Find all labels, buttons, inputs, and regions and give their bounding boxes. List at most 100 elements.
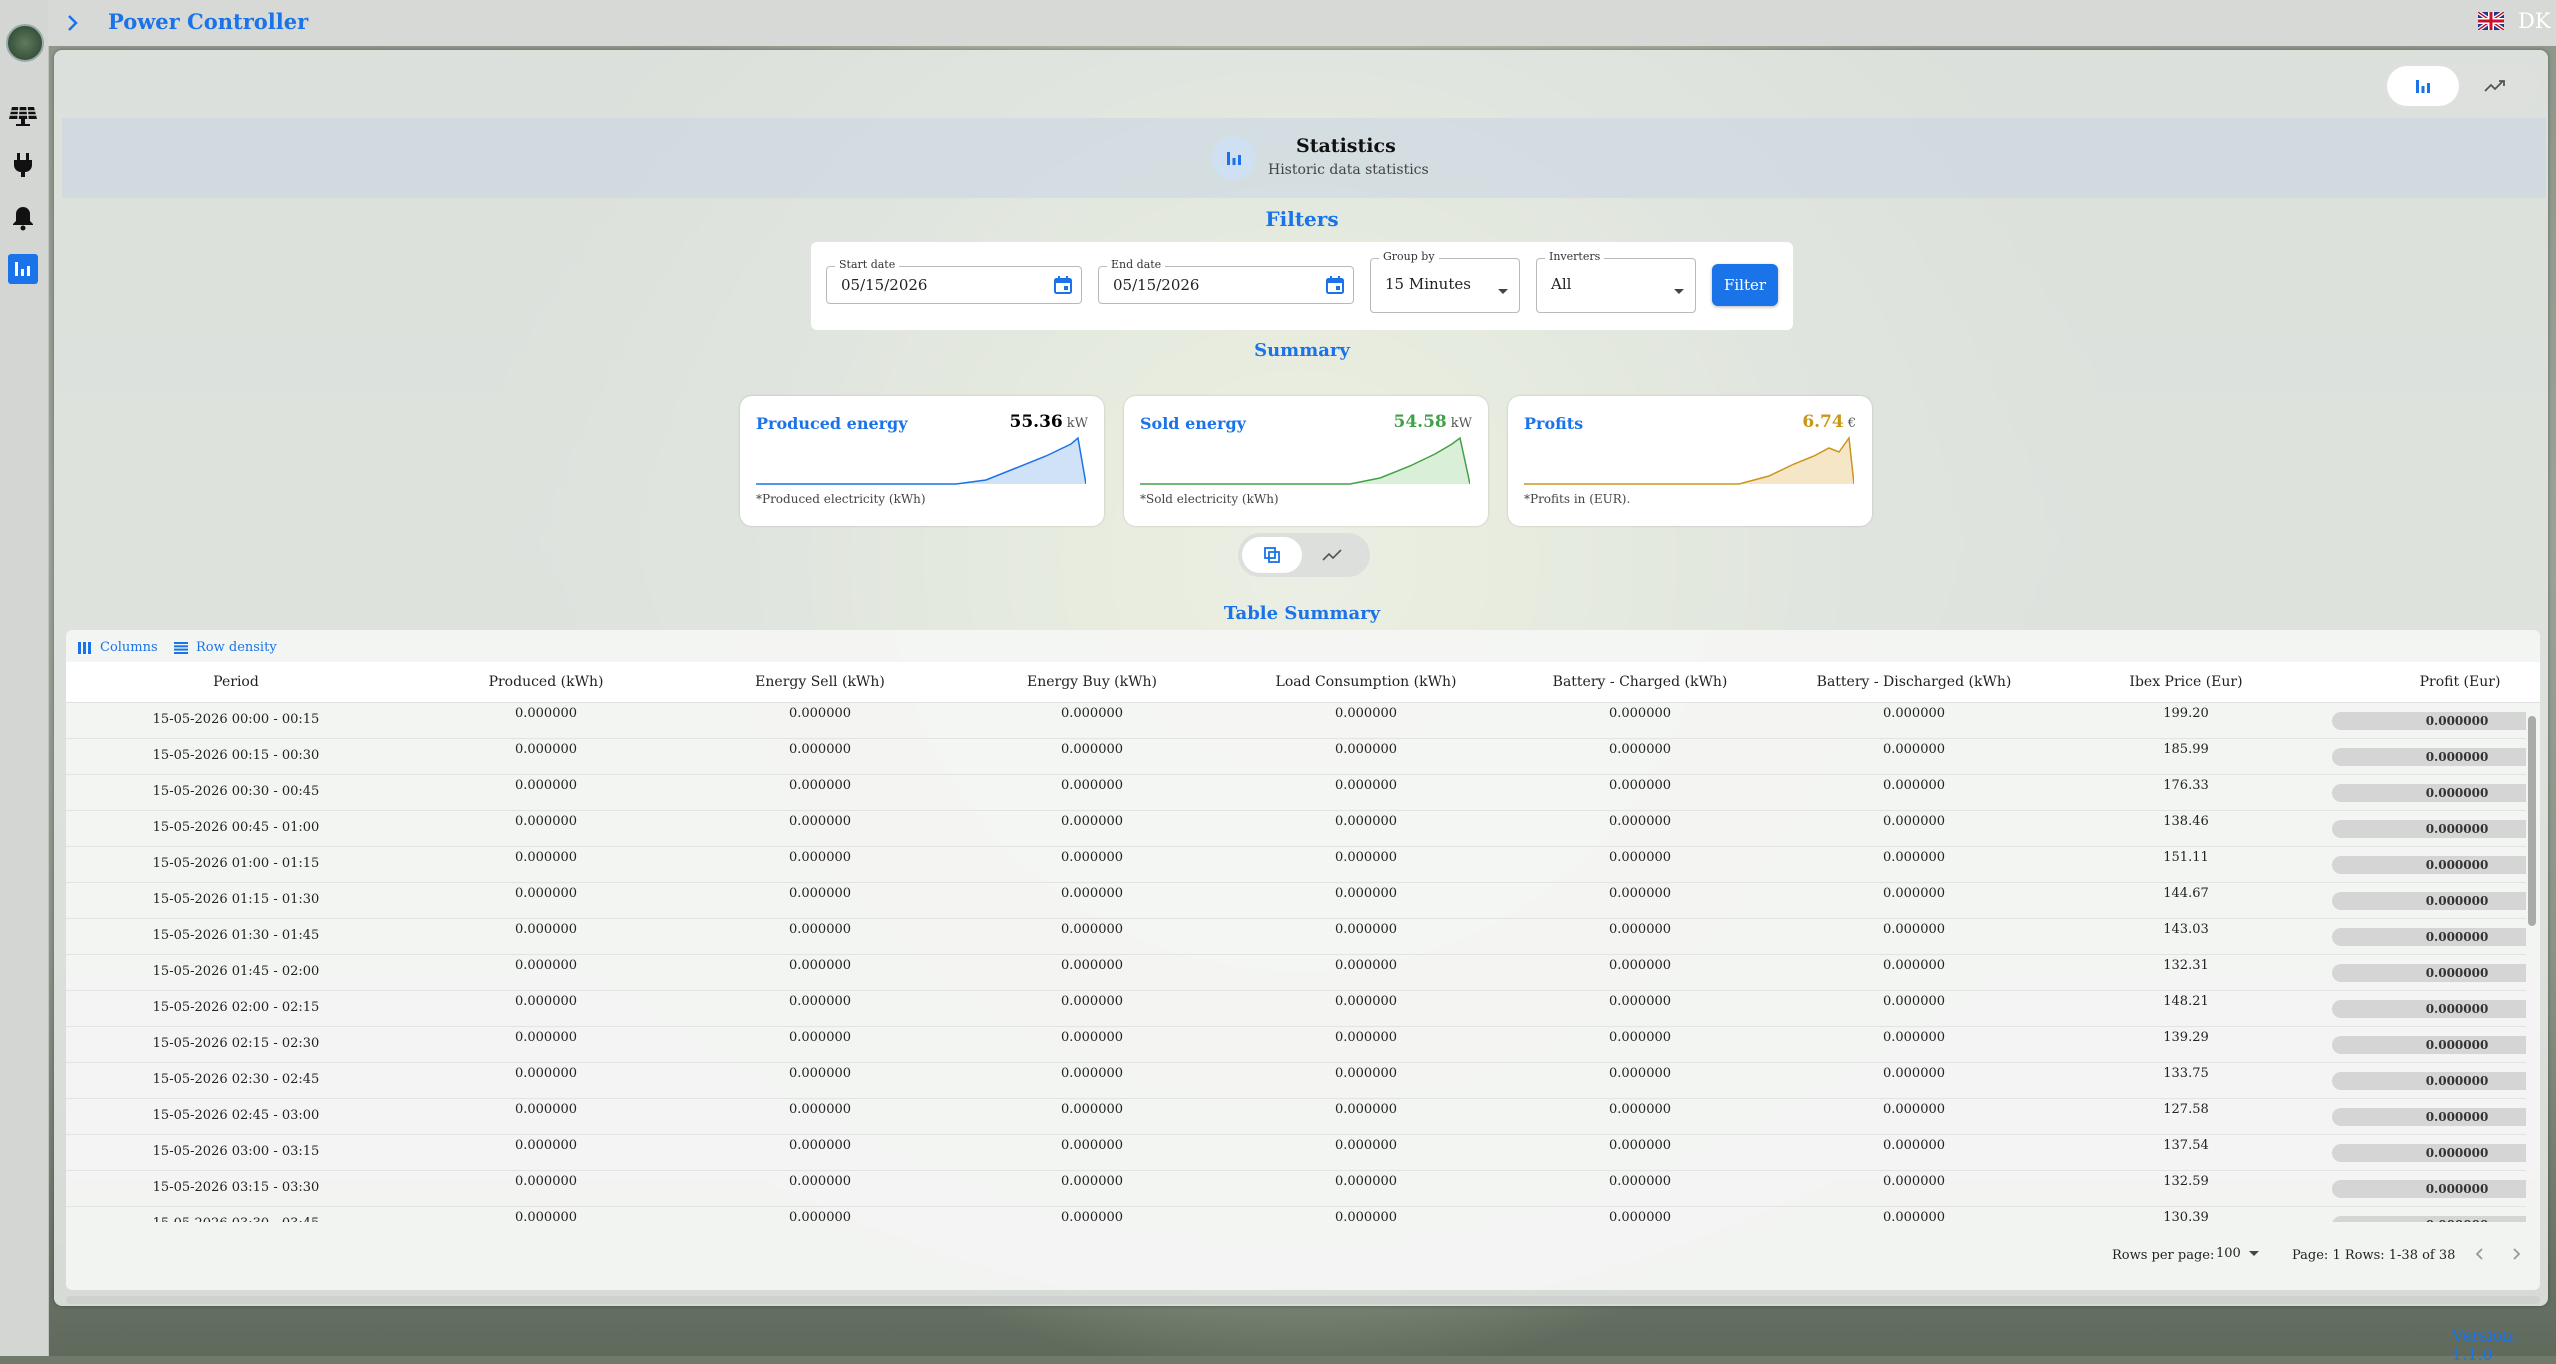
filter-button[interactable]: Filter [1712,264,1778,306]
table-cell-sell: 0.000000 [788,706,852,721]
plug-icon[interactable] [8,150,38,180]
horizontal-scrollbar[interactable] [66,1296,2540,1304]
solar-panel-icon[interactable] [8,101,38,131]
calendar-icon[interactable] [1053,275,1073,299]
page-header [62,118,2546,198]
table-cell-discharged: 0.000000 [1882,922,1946,937]
previous-page-button[interactable] [2472,1246,2486,1266]
column-header[interactable]: Period [136,674,336,690]
table-cell-load: 0.000000 [1334,958,1398,973]
uk-flag-icon[interactable] [2476,10,2506,32]
table-row[interactable]: 15-05-2026 03:30 - 03:450.0000000.000000… [66,1206,2526,1222]
table-cell-price: 139.29 [2163,1030,2209,1045]
bar-chart-icon[interactable] [8,254,38,284]
column-header[interactable]: Energy Buy (kWh) [952,674,1232,690]
bar-view-button[interactable] [2387,66,2459,106]
table-cell-sell: 0.000000 [788,1102,852,1117]
chart-view-button[interactable] [1302,537,1362,573]
table-cell-produced: 0.000000 [514,994,578,1009]
table-row[interactable]: 15-05-2026 01:30 - 01:45 0.000000 0.000000… [66,918,2526,955]
table-row[interactable]: 15-05-2026 02:15 - 02:30 0.000000 0.000000… [66,1026,2526,1063]
table-cell-price: 199.20 [2163,706,2209,721]
sidebar [0,0,49,1356]
card-value: 55.36 kW [1010,412,1088,432]
card-value-number: 55.36 [1009,412,1063,432]
profits-sparkline [1524,436,1854,485]
table-cell-charged: 0.000000 [1608,742,1672,757]
vertical-scrollbar[interactable] [2528,706,2536,1214]
profit-badge: 0.000000 [2332,712,2526,730]
table-cell-charged: 0.000000 [1608,1174,1672,1189]
table-cell-produced: 0.000000 [514,1210,578,1222]
column-header[interactable]: Ibex Price (Eur) [2046,674,2326,690]
table-cell-buy: 0.000000 [1060,1174,1124,1189]
profit-badge: 0.000000 [2332,1144,2526,1162]
table-cell-discharged: 0.000000 [1882,814,1946,829]
column-header[interactable]: Profit (Eur) [2320,674,2556,690]
table-row[interactable]: 15-05-2026 00:15 - 00:30 0.000000 0.000000… [66,738,2526,775]
trend-view-button[interactable] [2459,66,2531,106]
table-row[interactable]: 15-05-2026 03:15 - 03:30 0.000000 0.000000… [66,1170,2526,1207]
table-cell-charged: 0.000000 [1608,1102,1672,1117]
table-cell-period: 15-05-2026 03:00 - 03:15 [152,1144,320,1159]
table-cell-discharged: 0.000000 [1882,850,1946,865]
row-density-button[interactable]: Row density [174,640,277,655]
table-row[interactable]: 15-05-2026 00:00 - 00:15 0.000000 0.000000… [66,702,2526,739]
table-row[interactable]: 15-05-2026 02:00 - 02:15 0.000000 0.000000… [66,990,2526,1027]
table-cell-period: 15-05-2026 03:15 - 03:30 [152,1180,320,1195]
table-cell-sell: 0.000000 [788,850,852,865]
table-row[interactable]: 15-05-2026 00:30 - 00:45 0.000000 0.000000… [66,774,2526,811]
table-cell-buy: 0.000000 [1060,994,1124,1009]
end-date-field[interactable]: End date 05/15/2026 [1098,258,1354,304]
columns-button[interactable]: Columns [78,640,158,655]
inverters-select[interactable]: Inverters All [1536,250,1696,313]
table-cell-discharged: 0.000000 [1882,742,1946,757]
table-cell-load: 0.000000 [1334,742,1398,757]
calendar-icon[interactable] [1325,275,1345,299]
row-density-label: Row density [196,640,277,655]
table-cell-charged: 0.000000 [1608,1066,1672,1081]
chevron-left-icon [2475,1248,2483,1260]
language-switch[interactable]: DK [2518,9,2551,33]
profit-badge: 0.000000 [2332,820,2526,838]
chevron-right-icon[interactable] [64,12,82,38]
column-header[interactable]: Produced (kWh) [406,674,686,690]
table-row[interactable]: 15-05-2026 02:30 - 02:45 0.000000 0.000000… [66,1062,2526,1099]
scroll-thumb[interactable] [2528,716,2536,926]
start-date-field[interactable]: Start date 05/15/2026 [826,258,1082,304]
column-header[interactable]: Energy Sell (kWh) [680,674,960,690]
app-title: Power Controller [108,9,309,34]
profit-badge: 0.000000 [2332,1072,2526,1090]
table-summary-title: Table Summary [1223,603,1381,624]
bell-icon[interactable] [8,203,38,233]
table-row[interactable]: 15-05-2026 02:45 - 03:00 0.000000 0.000000… [66,1098,2526,1135]
table-view-button[interactable] [1242,537,1302,573]
table-row[interactable]: 15-05-2026 01:45 - 02:00 0.000000 0.000000… [66,954,2526,991]
card-footnote: *Sold electricity (kWh) [1140,492,1279,506]
sold-sparkline [1140,436,1470,485]
table-row[interactable]: 15-05-2026 03:00 - 03:15 0.000000 0.000000… [66,1134,2526,1171]
column-header[interactable]: Battery - Charged (kWh) [1500,674,1780,690]
table-row[interactable]: 15-05-2026 01:15 - 01:30 0.000000 0.000000… [66,882,2526,919]
dropdown-arrow-icon [1673,281,1685,300]
next-page-button[interactable] [2510,1246,2524,1266]
rows-per-page-select[interactable]: 100 [2216,1246,2259,1261]
table-cell-charged: 0.000000 [1608,778,1672,793]
table-cell-load: 0.000000 [1334,1210,1398,1222]
table-cell-produced: 0.000000 [514,706,578,721]
table-cell-produced: 0.000000 [514,1030,578,1045]
table-cell-produced: 0.000000 [514,814,578,829]
table-cell-price: 137.54 [2163,1138,2209,1153]
app-logo [6,24,44,62]
table-cell-discharged: 0.000000 [1882,994,1946,1009]
table-cell-price: 127.58 [2163,1102,2209,1117]
table-row[interactable]: 15-05-2026 00:45 - 01:00 0.000000 0.000000… [66,810,2526,847]
table-cell-produced: 0.000000 [514,1174,578,1189]
card-footnote: *Produced electricity (kWh) [756,492,926,506]
column-header[interactable]: Battery - Discharged (kWh) [1774,674,2054,690]
rows-per-page-value: 100 [2216,1246,2241,1261]
group-by-select[interactable]: Group by 15 Minutes [1370,250,1520,313]
table-row[interactable]: 15-05-2026 01:00 - 01:15 0.000000 0.000000… [66,846,2526,883]
column-header[interactable]: Load Consumption (kWh) [1226,674,1506,690]
table-cell-price: 151.11 [2163,850,2209,865]
